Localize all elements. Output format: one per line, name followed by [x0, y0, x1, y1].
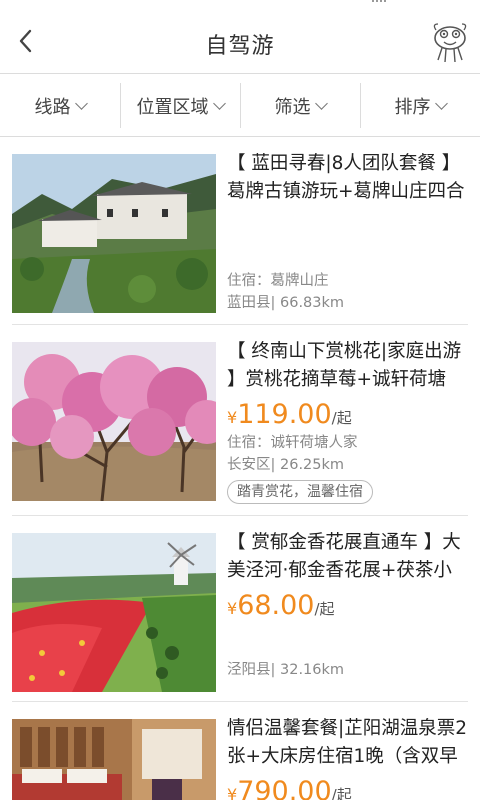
tour-price: ¥68.00/起	[227, 589, 468, 623]
tour-location: 泾阳县| 32.16km	[227, 662, 345, 678]
tour-title: 情侣温馨套餐|芷阳湖温泉票2张+大床房住宿1晚（含双早	[227, 718, 468, 767]
tour-thumbnail	[12, 154, 216, 313]
price-unit: /起	[331, 409, 352, 427]
tour-tag: 踏青赏花，温馨住宿	[227, 480, 373, 504]
filter-area[interactable]: 位置区域	[120, 75, 240, 136]
filter-sort[interactable]: 排序	[360, 75, 480, 136]
tour-stay: 住宿：诚轩荷塘人家	[227, 435, 358, 451]
chevron-down-icon	[212, 97, 226, 110]
price-value: 790.00	[237, 776, 332, 800]
price-unit: /起	[331, 786, 352, 800]
list-item[interactable]: 【 终南山下赏桃花|家庭出游 】赏桃花摘草莓+诚轩荷塘 ¥119.00/起 住宿…	[12, 326, 468, 516]
price-unit: /起	[314, 600, 335, 618]
tour-stay: 住宿：葛牌山庄	[227, 273, 329, 289]
price-currency: ¥	[227, 599, 238, 618]
chevron-down-icon	[74, 97, 88, 110]
tour-title: 【 赏郁金香花展直通车 】大美泾河·郁金香花展+茯茶小镇	[227, 532, 461, 581]
status-dots	[372, 0, 386, 3]
price-value: 119.00	[237, 399, 332, 430]
tour-thumbnail	[12, 342, 216, 501]
price-currency: ¥	[227, 785, 238, 800]
tour-price: ¥790.00/起	[227, 775, 468, 800]
list-item[interactable]: 【 赏郁金香花展直通车 】大美泾河·郁金香花展+茯茶小镇 ¥68.00/起 泾阳…	[12, 517, 468, 702]
top-nav-bar: 自驾游	[0, 6, 480, 74]
chevron-down-icon	[314, 97, 328, 110]
price-value: 68.00	[237, 590, 315, 621]
filter-screen-label: 筛选	[274, 96, 311, 118]
filter-screen[interactable]: 筛选	[240, 75, 360, 136]
mascot-icon	[433, 23, 467, 63]
price-currency: ¥	[227, 408, 238, 427]
list-item[interactable]: 【 蓝田寻春|8人团队套餐 】葛牌古镇游玩+葛牌山庄四合院 住宿：葛牌山庄 蓝田…	[12, 138, 468, 325]
page-title: 自驾游	[205, 34, 275, 59]
filter-sort-label: 排序	[394, 96, 431, 118]
tour-price: ¥119.00/起	[227, 398, 468, 432]
tour-title: 【 蓝田寻春|8人团队套餐 】葛牌古镇游玩+葛牌山庄四合院	[227, 153, 465, 202]
list-item[interactable]: 情侣温馨套餐|芷阳湖温泉票2张+大床房住宿1晚（含双早 ¥790.00/起	[12, 703, 468, 800]
tour-thumbnail	[12, 719, 216, 800]
filter-bar: 线路 位置区域 筛选 排序	[0, 75, 480, 137]
tour-location: 长安区| 26.25km	[227, 457, 345, 473]
filter-route[interactable]: 线路	[0, 75, 120, 136]
mascot-button[interactable]	[430, 20, 470, 66]
chevron-down-icon	[434, 97, 448, 110]
filter-route-label: 线路	[34, 96, 71, 118]
filter-area-label: 位置区域	[136, 96, 209, 118]
tour-thumbnail	[12, 533, 216, 692]
tour-title: 【 终南山下赏桃花|家庭出游 】赏桃花摘草莓+诚轩荷塘	[227, 341, 462, 390]
tour-location: 蓝田县| 66.83km	[227, 295, 345, 311]
